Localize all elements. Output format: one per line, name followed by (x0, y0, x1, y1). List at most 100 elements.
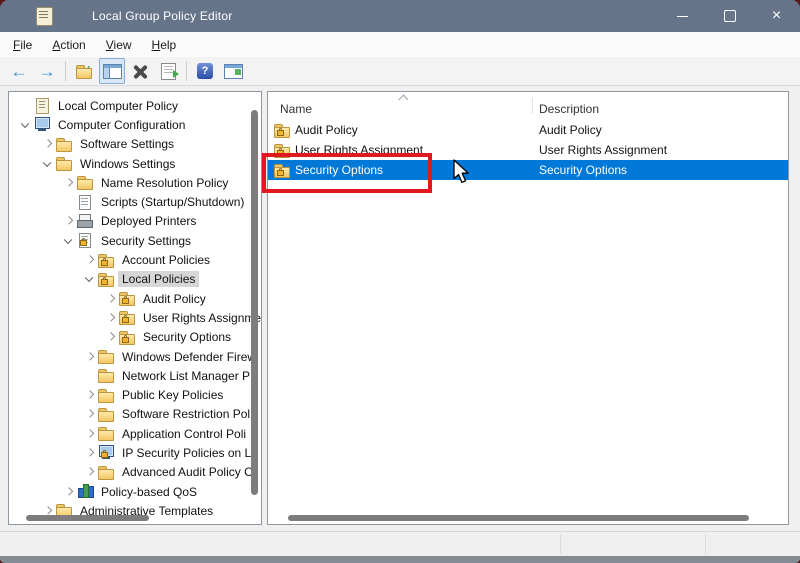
back-arrow-icon: ← (10, 61, 28, 81)
tree-item-deployed-printers[interactable]: Deployed Printers (9, 212, 261, 231)
toolbar-separator (186, 61, 187, 81)
tree-item-security-settings[interactable]: Security Settings (9, 231, 261, 250)
action-pane-icon (223, 63, 243, 79)
chevron-down-icon[interactable] (39, 154, 56, 173)
tree-item-security-options[interactable]: Security Options (9, 328, 261, 347)
minimize-button[interactable] (659, 0, 706, 32)
folder-icon (77, 175, 94, 191)
folder-lock-icon (119, 291, 136, 307)
menu-file[interactable]: File (3, 34, 42, 56)
forward-arrow-icon: → (38, 61, 56, 81)
status-separator (705, 534, 706, 554)
chevron-down-icon[interactable] (60, 231, 77, 250)
tree-item-advanced-audit-policy[interactable]: Advanced Audit Policy C (9, 463, 261, 482)
chevron-right-icon[interactable] (81, 250, 98, 269)
toolbar: ← → ↑ ? (0, 57, 800, 86)
titlebar: Local Group Policy Editor × (0, 0, 800, 32)
help-icon: ? (197, 63, 213, 79)
console-content: Local Computer Policy Computer Configura… (0, 86, 800, 531)
security-settings-lock-icon (77, 233, 94, 249)
chevron-down-icon[interactable] (81, 270, 98, 289)
show-console-tree-button[interactable] (99, 58, 125, 84)
menu-action[interactable]: Action (42, 34, 95, 56)
folder-icon (98, 349, 115, 364)
chevron-right-icon[interactable] (81, 463, 98, 482)
toolbar-separator (65, 61, 66, 81)
folder-icon (98, 407, 115, 422)
delete-button[interactable] (127, 58, 153, 84)
folder-lock-icon (119, 310, 136, 326)
tree-item-windows-settings[interactable]: Windows Settings (9, 154, 261, 173)
tree-item-local-computer-policy[interactable]: Local Computer Policy (9, 96, 261, 115)
selected-tree-label: Local Policies (118, 271, 200, 288)
sort-ascending-icon (398, 94, 409, 105)
policy-tree: Local Computer Policy Computer Configura… (9, 92, 261, 524)
printer-icon (77, 213, 94, 229)
tree-item-windows-defender-firewall[interactable]: Windows Defender Firew (9, 347, 261, 366)
chevron-right-icon[interactable] (81, 424, 98, 443)
folder-icon (56, 156, 73, 172)
menu-help[interactable]: Help (142, 34, 187, 56)
maximize-button[interactable] (706, 0, 753, 32)
folder-icon (98, 368, 115, 384)
help-button[interactable]: ? (192, 58, 218, 84)
chevron-right-icon[interactable] (60, 482, 77, 501)
tree-vertical-scrollbar[interactable] (251, 110, 258, 495)
tree-item-account-policies[interactable]: Account Policies (9, 250, 261, 269)
chevron-right-icon[interactable] (102, 328, 119, 347)
tree-item-public-key-policies[interactable]: Public Key Policies (9, 385, 261, 404)
tree-item-software-settings[interactable]: Software Settings (9, 135, 261, 154)
chevron-down-icon[interactable] (17, 115, 34, 134)
tree-horizontal-scrollbar[interactable] (26, 515, 149, 521)
tree-item-scripts[interactable]: Scripts (Startup/Shutdown) (9, 192, 261, 211)
chevron-right-icon[interactable] (81, 443, 98, 462)
up-one-level-button[interactable]: ↑ (71, 58, 97, 84)
tree-item-software-restriction[interactable]: Software Restriction Pol (9, 405, 261, 424)
window-bottom-border (0, 556, 800, 563)
tree-item-name-resolution-policy[interactable]: Name Resolution Policy (9, 173, 261, 192)
red-highlight-annotation (262, 153, 432, 193)
chevron-right-icon[interactable] (81, 405, 98, 424)
chevron-right-icon[interactable] (81, 385, 98, 404)
folder-icon (98, 388, 115, 403)
tree-item-local-policies[interactable]: Local Policies (9, 270, 261, 289)
column-header-description[interactable]: Description (539, 102, 599, 116)
menu-view[interactable]: View (96, 34, 142, 56)
window-title: Local Group Policy Editor (92, 9, 233, 23)
close-button[interactable]: × (753, 0, 800, 32)
up-one-level-icon: ↑ (75, 63, 93, 79)
tree-item-policy-based-qos[interactable]: Policy-based QoS (9, 482, 261, 501)
chevron-right-icon[interactable] (60, 212, 77, 231)
chevron-right-icon[interactable] (39, 135, 56, 154)
folder-icon (98, 426, 115, 442)
back-button[interactable]: ← (6, 58, 32, 84)
qos-chart-icon (77, 484, 94, 499)
local-group-policy-editor-window: Local Group Policy Editor × File Action … (0, 0, 800, 563)
tree-item-computer-configuration[interactable]: Computer Configuration (9, 115, 261, 134)
tree-item-network-list-manager[interactable]: Network List Manager P (9, 366, 261, 385)
tree-item-audit-policy[interactable]: Audit Policy (9, 289, 261, 308)
tree-item-ip-security-policies[interactable]: IP Security Policies on Lo (9, 443, 261, 462)
list-horizontal-scrollbar[interactable] (288, 515, 749, 521)
chevron-right-icon[interactable] (81, 347, 98, 366)
tree-item-application-control[interactable]: Application Control Poli (9, 424, 261, 443)
list-row-audit-policy[interactable]: Audit Policy Audit Policy (268, 120, 788, 140)
chevron-right-icon[interactable] (102, 289, 119, 308)
list-header: Name Description (268, 92, 788, 120)
column-header-name[interactable]: Name (280, 102, 312, 116)
minimize-icon (677, 15, 688, 17)
column-divider[interactable] (532, 98, 533, 114)
forward-button[interactable]: → (34, 58, 60, 84)
chevron-right-icon[interactable] (60, 173, 77, 192)
script-icon (77, 194, 94, 210)
gpedit-app-icon (36, 6, 53, 26)
close-icon: × (771, 7, 782, 24)
export-list-button[interactable] (155, 58, 181, 84)
tree-item-user-rights-assignment[interactable]: User Rights Assignme (9, 308, 261, 327)
show-action-pane-button[interactable] (220, 58, 246, 84)
maximize-icon (723, 10, 736, 22)
status-bar (0, 531, 800, 556)
computer-icon (34, 117, 51, 132)
chevron-right-icon[interactable] (102, 308, 119, 327)
menu-bar: File Action View Help (0, 32, 800, 57)
